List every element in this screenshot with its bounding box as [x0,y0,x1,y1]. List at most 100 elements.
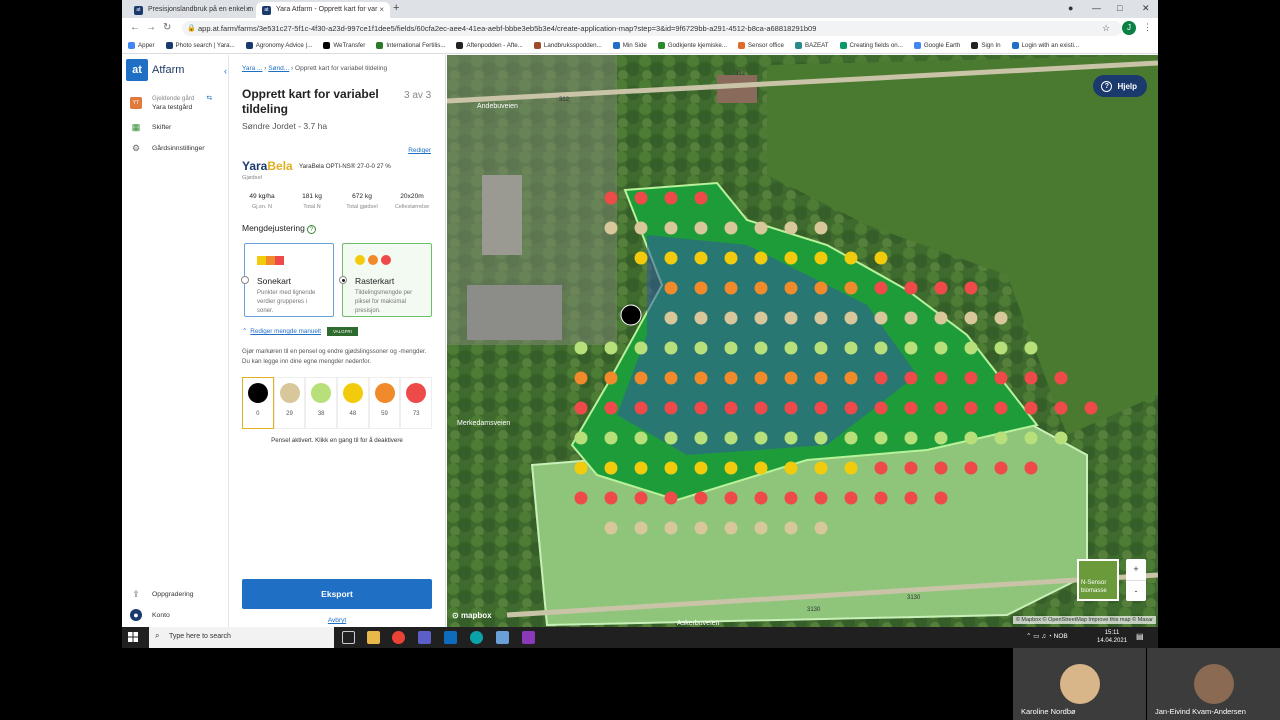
nav-item-fields[interactable]: ▦ Skifter [130,121,172,133]
rate-point[interactable] [904,281,918,295]
palette-swatch[interactable]: 48 [337,377,369,429]
rate-point[interactable] [784,221,798,235]
rate-point[interactable] [814,311,828,325]
bookmark-item[interactable]: Min Side [612,42,647,49]
rate-point[interactable] [784,491,798,505]
bookmark-item[interactable]: Google Earth [913,42,960,49]
rate-point[interactable] [574,401,588,415]
palette-swatch[interactable]: 0 [242,377,274,429]
zoom-out-button[interactable]: - [1126,580,1146,601]
outlook-icon[interactable] [444,631,457,644]
back-icon[interactable]: ← [130,22,140,33]
rate-point[interactable] [934,281,948,295]
rate-point[interactable] [904,341,918,355]
rate-point[interactable] [664,521,678,535]
rate-point[interactable] [994,371,1008,385]
manual-edit-toggle[interactable]: ⌃ Rediger mengde manuelt VALGFRI [242,327,358,336]
new-tab-icon[interactable]: + [393,2,399,14]
rate-point[interactable] [934,341,948,355]
rate-point[interactable] [694,521,708,535]
rate-point[interactable] [664,281,678,295]
rate-point[interactable] [904,311,918,325]
rate-point[interactable] [724,341,738,355]
rate-point[interactable] [814,401,828,415]
tray-language[interactable]: NOB [1054,633,1068,640]
rate-point[interactable] [754,251,768,265]
rate-point[interactable] [634,521,648,535]
rate-point[interactable] [904,371,918,385]
map-attribution[interactable]: © Mapbox © OpenStreetMap Improve this ma… [1012,616,1156,624]
rate-point[interactable] [634,371,648,385]
rate-point[interactable] [814,431,828,445]
rate-point[interactable] [574,461,588,475]
map-view[interactable]: Andebuveien 312 312 Merkedamsveien 3130 … [447,55,1158,627]
url-bar[interactable]: 🔒 app.at.farm/farms/3e531c27-5f1c-4f30-a… [182,21,1122,36]
rate-point[interactable] [574,371,588,385]
edit-link[interactable]: Rediger [408,147,431,154]
rate-point[interactable] [664,251,678,265]
bookmark-item[interactable]: Godkjente kjemiske... [657,42,727,49]
rate-point[interactable] [964,431,978,445]
rate-point[interactable] [694,311,708,325]
bookmark-item[interactable]: Aftenpodden - Afte... [456,42,523,49]
rate-point[interactable] [694,461,708,475]
rate-point[interactable] [694,371,708,385]
rate-point[interactable] [634,251,648,265]
rate-point[interactable] [874,431,888,445]
rate-point[interactable] [724,371,738,385]
bookmark-item[interactable]: Login with an existi... [1011,42,1079,49]
bookmark-item[interactable]: Apper [128,42,155,49]
edge-icon[interactable] [470,631,483,644]
rate-point[interactable] [994,461,1008,475]
task-view-icon[interactable] [342,631,355,644]
rate-point[interactable] [604,401,618,415]
rate-point[interactable] [814,251,828,265]
rate-point[interactable] [874,491,888,505]
bookmark-item[interactable]: Sign In [971,42,1001,49]
rate-point[interactable] [994,431,1008,445]
rate-point[interactable] [574,431,588,445]
rate-point[interactable] [844,281,858,295]
rate-point[interactable] [1024,341,1038,355]
taskbar-search[interactable]: ⌕ Type here to search [149,627,334,648]
rate-point[interactable] [814,371,828,385]
onenote-icon[interactable] [522,631,535,644]
rate-point[interactable] [634,401,648,415]
rate-point[interactable] [754,401,768,415]
minimize-icon[interactable]: — [1092,3,1101,13]
nav-item-upgrade[interactable]: ⇪ Oppgradering [130,588,193,600]
rate-point[interactable] [844,491,858,505]
chrome-icon[interactable] [392,631,405,644]
switch-farm-icon[interactable]: ⇆ [206,94,212,102]
rate-point[interactable] [1054,401,1068,415]
export-button[interactable]: Eksport [242,579,432,609]
rate-point[interactable] [1024,401,1038,415]
rate-point[interactable] [964,371,978,385]
layer-switcher[interactable]: N-Sensor biomasse [1077,559,1119,601]
breadcrumb-field[interactable]: Sønd... [268,65,289,72]
rate-point[interactable] [724,461,738,475]
rate-point[interactable] [874,371,888,385]
rate-point[interactable] [904,461,918,475]
rate-point[interactable] [604,461,618,475]
rate-point[interactable] [1054,431,1068,445]
maximize-icon[interactable]: □ [1117,3,1122,13]
rate-point[interactable] [724,431,738,445]
rate-point[interactable] [814,521,828,535]
rate-point[interactable] [964,341,978,355]
rate-point[interactable] [574,491,588,505]
rate-point[interactable] [934,431,948,445]
browser-menu-icon[interactable]: ⋮ [1143,22,1152,33]
radio-raster-map[interactable] [339,276,347,284]
zoom-in-button[interactable]: + [1126,559,1146,580]
rate-point[interactable] [634,341,648,355]
rate-point[interactable] [784,341,798,355]
rate-point[interactable] [934,491,948,505]
rate-point[interactable] [754,521,768,535]
bookmark-item[interactable]: Agronomy Advice |... [245,42,312,49]
rate-point[interactable] [814,281,828,295]
rate-point[interactable] [934,401,948,415]
map-canvas[interactable]: Andebuveien 312 312 Merkedamsveien 3130 … [447,55,1158,627]
rate-point[interactable] [964,461,978,475]
rate-point[interactable] [694,251,708,265]
